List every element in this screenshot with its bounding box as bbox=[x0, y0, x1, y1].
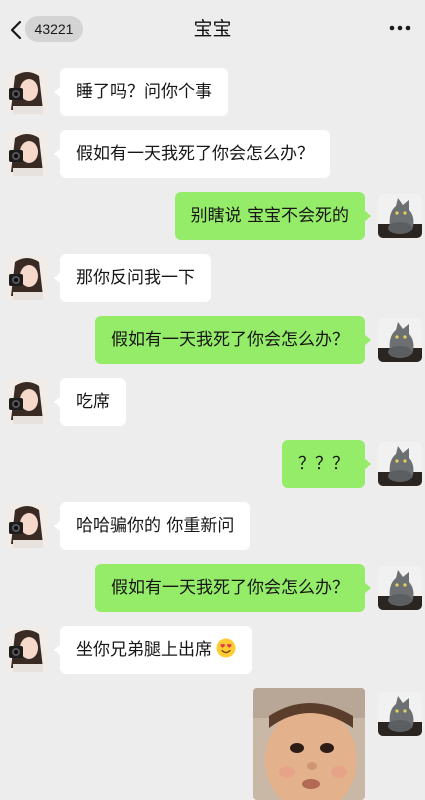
message-row: 假如有一天我死了你会怎么办？ bbox=[0, 128, 425, 180]
contact-avatar[interactable] bbox=[5, 70, 49, 114]
message-row: 睡了吗？问你个事 bbox=[0, 66, 425, 118]
chat-title: 宝宝 bbox=[193, 18, 232, 40]
my-avatar[interactable] bbox=[378, 442, 422, 486]
message-row bbox=[0, 688, 425, 800]
my-avatar[interactable] bbox=[378, 566, 422, 610]
chat-screen: 43221 宝宝 睡了吗？问你个事 假如有一天我死了你会怎么办？ 别瞎说 宝宝不… bbox=[0, 0, 425, 800]
my-avatar[interactable] bbox=[378, 318, 422, 362]
received-message-bubble[interactable]: 睡了吗？问你个事 bbox=[54, 68, 228, 116]
contact-avatar[interactable] bbox=[5, 256, 49, 300]
message-row: 那你反问我一下 bbox=[0, 252, 425, 304]
sent-message-bubble[interactable]: 假如有一天我死了你会怎么办？ bbox=[95, 564, 371, 612]
sent-message-bubble[interactable]: 别瞎说 宝宝不会死的 bbox=[174, 192, 372, 240]
received-message-bubble[interactable]: 吃席 bbox=[54, 378, 126, 426]
contact-avatar[interactable] bbox=[5, 132, 49, 176]
message-row: ？？？ bbox=[0, 438, 425, 490]
message-row: 假如有一天我死了你会怎么办？ bbox=[0, 562, 425, 614]
ellipsis-icon[interactable] bbox=[389, 24, 411, 32]
message-row: 哈哈骗你的 你重新问 bbox=[0, 500, 425, 552]
received-message-bubble[interactable]: 坐你兄弟腿上出席 bbox=[54, 626, 252, 674]
sent-image-message[interactable] bbox=[253, 688, 365, 800]
sent-message-bubble[interactable]: ？？？ bbox=[282, 440, 371, 488]
contact-avatar[interactable] bbox=[5, 380, 49, 424]
chat-header: 43221 宝宝 bbox=[0, 0, 425, 58]
my-avatar[interactable] bbox=[378, 692, 422, 736]
contact-avatar[interactable] bbox=[5, 504, 49, 548]
my-avatar[interactable] bbox=[378, 194, 422, 238]
received-message-bubble[interactable]: 那你反问我一下 bbox=[54, 254, 211, 302]
message-row: 假如有一天我死了你会怎么办？ bbox=[0, 314, 425, 366]
message-text: 坐你兄弟腿上出席 bbox=[76, 640, 212, 660]
message-row: 吃席 bbox=[0, 376, 425, 428]
message-row: 坐你兄弟腿上出席 bbox=[0, 624, 425, 676]
received-message-bubble[interactable]: 哈哈骗你的 你重新问 bbox=[53, 502, 251, 550]
smiling-heart-eyes-emoji-icon bbox=[216, 638, 236, 658]
contact-avatar[interactable] bbox=[5, 628, 49, 672]
message-row: 别瞎说 宝宝不会死的 bbox=[0, 190, 425, 242]
sent-message-bubble[interactable]: 假如有一天我死了你会怎么办？ bbox=[95, 316, 371, 364]
received-message-bubble[interactable]: 假如有一天我死了你会怎么办？ bbox=[54, 130, 330, 178]
